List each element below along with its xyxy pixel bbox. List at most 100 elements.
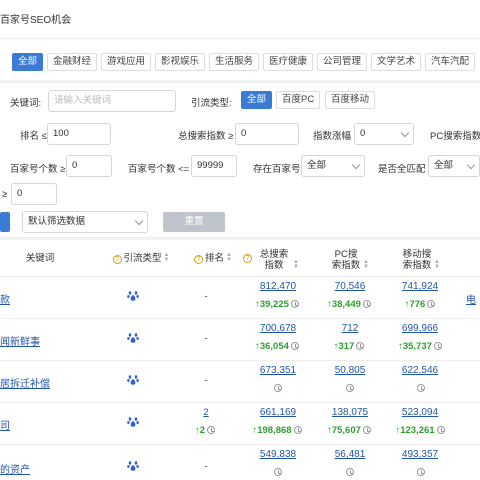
pc-index-change: ↑38,449	[318, 299, 380, 310]
column-header-keyword[interactable]: 关键词	[22, 253, 58, 267]
column-header-rank-label: 排名	[205, 253, 225, 264]
clock-icon[interactable]	[290, 342, 299, 350]
baidu-paw-icon	[127, 375, 139, 385]
total-index-change: ↑36,054	[246, 341, 308, 352]
category-finance[interactable]: 金融财经	[47, 53, 98, 71]
source-type-label: 引流类型:	[191, 98, 232, 109]
total-index-value[interactable]: 700,678	[255, 323, 301, 334]
total-index-value[interactable]: 812,470	[255, 281, 301, 292]
mobile-index-value[interactable]: 493,357	[397, 449, 443, 460]
default-filter-value: 默认筛选数据	[28, 216, 86, 227]
source-mobile-chip[interactable]: 百度移动	[325, 91, 376, 109]
mobile-index-change-text: ↑123,261	[395, 425, 435, 436]
table-row: 居拆迁补偿 - 673,351 50,805 622,546	[0, 361, 480, 403]
total-index-value[interactable]: 661,169	[255, 407, 301, 418]
keyword-link[interactable]: 居拆迁补偿	[0, 375, 50, 390]
clock-icon[interactable]	[346, 384, 354, 392]
total-index-label: 总搜索指数 ≥	[178, 131, 234, 142]
clock-icon[interactable]	[346, 468, 354, 476]
index-change-label: 指数涨幅	[313, 131, 352, 142]
total-index-value[interactable]: 673,351	[255, 365, 301, 376]
mobile-index-value[interactable]: 741,924	[397, 281, 443, 292]
rank-value: -	[204, 375, 208, 386]
category-life[interactable]: 生活服务	[209, 53, 260, 71]
clock-icon[interactable]	[274, 384, 282, 392]
clock-icon[interactable]	[293, 426, 302, 434]
keyword-link[interactable]: 司	[0, 417, 10, 432]
index-change-select[interactable]: 0	[354, 123, 414, 145]
bjh-count-max-input[interactable]: 99999	[191, 155, 237, 177]
category-company[interactable]: 公司管理	[317, 53, 368, 71]
category-film[interactable]: 影视娱乐	[155, 53, 206, 71]
exists-select[interactable]: 全部	[301, 155, 365, 177]
total-index-input[interactable]: 0	[235, 123, 299, 145]
column-header-keyword-label: 关键词	[25, 253, 55, 264]
source-all-chip[interactable]: 全部	[241, 91, 273, 109]
index-change-value: 0	[360, 128, 366, 139]
misc-input[interactable]: 0	[11, 183, 57, 205]
chevron-down-icon	[351, 160, 361, 170]
keyword-link[interactable]: 闻新鲜事	[0, 333, 40, 348]
clock-icon[interactable]	[417, 384, 425, 392]
clock-icon[interactable]	[362, 300, 371, 308]
keyword-link[interactable]: 款	[0, 291, 10, 306]
mobile-index-value[interactable]: 699,966	[397, 323, 443, 334]
clock-icon[interactable]	[207, 426, 216, 434]
mobile-index-change: ↑776	[390, 299, 450, 310]
clock-icon[interactable]	[356, 342, 365, 350]
bjh-count-min-input[interactable]: 0	[66, 155, 112, 177]
category-auto[interactable]: 汽车汽配	[425, 53, 476, 71]
keyword-link[interactable]: 的资产	[0, 461, 30, 476]
sort-icon: ▲ ▼	[434, 259, 440, 271]
mobile-index-value[interactable]: 622,546	[397, 365, 443, 376]
clock-icon[interactable]	[274, 468, 282, 476]
exists-value: 全部	[307, 160, 327, 171]
baidu-paw-icon	[127, 461, 139, 471]
category-literature[interactable]: 文学艺术	[371, 53, 422, 71]
sort-icon: ▲ ▼	[293, 259, 299, 271]
column-header-rank[interactable]: ? 排名 ▲ ▼	[188, 252, 238, 267]
misc-label: ≥	[2, 189, 8, 200]
rank-input[interactable]: 100	[47, 123, 111, 145]
sort-icon: ▲ ▼	[363, 259, 369, 271]
reset-button[interactable]: 重置	[163, 212, 225, 232]
total-index-change	[246, 383, 308, 394]
help-icon: ?	[194, 255, 204, 264]
pc-index-value[interactable]: 712	[327, 323, 373, 334]
rank-value[interactable]: 2	[196, 407, 216, 418]
category-all[interactable]: 全部	[12, 53, 44, 71]
table-row: 闻新鲜事 - 700,678 ↑36,054 712 ↑317 699,966 …	[0, 319, 480, 361]
clock-icon[interactable]	[290, 300, 299, 308]
keyword-label: 关键词:	[10, 98, 42, 109]
clock-icon[interactable]	[436, 426, 445, 434]
column-header-source-type[interactable]: ? 引流类型 ▲ ▼	[108, 252, 174, 267]
pc-index-change: ↑75,607	[318, 425, 380, 436]
category-games[interactable]: 游戏应用	[101, 53, 152, 71]
total-index-change-text: ↑36,054	[255, 341, 289, 352]
pc-index-value[interactable]: 50,805	[327, 365, 373, 376]
mobile-index-value[interactable]: 523,094	[397, 407, 443, 418]
pc-index-value[interactable]: 138,075	[327, 407, 373, 418]
pc-index-change	[318, 467, 380, 478]
mobile-index-change	[390, 383, 450, 394]
exact-match-value: 全部	[434, 160, 454, 171]
table-row: 款 - 812,470 ↑39,225 70,546 ↑38,449 741,9…	[0, 277, 480, 319]
total-index-value[interactable]: 549,838	[255, 449, 301, 460]
keyword-input[interactable]: 请输入关键词	[48, 90, 176, 112]
total-index-change: ↑39,225	[246, 299, 308, 310]
search-button[interactable]	[0, 212, 10, 232]
pc-index-value[interactable]: 70,546	[327, 281, 373, 292]
clock-icon[interactable]	[433, 342, 442, 350]
pc-index-value[interactable]: 56,481	[327, 449, 373, 460]
column-header-mobile-index-label: 移动搜索指数	[402, 249, 432, 271]
default-filter-select[interactable]: 默认筛选数据	[22, 211, 148, 233]
mobile-index-change: ↑35,737	[390, 341, 450, 352]
category-health[interactable]: 医疗健康	[263, 53, 314, 71]
clock-icon[interactable]	[417, 468, 425, 476]
exact-match-select[interactable]: 全部	[428, 155, 480, 177]
table-row: 的资产 - 549,838 56,481 493,357	[0, 445, 480, 480]
clock-icon[interactable]	[427, 300, 436, 308]
source-pc-chip[interactable]: 百度PC	[276, 91, 321, 109]
clock-icon[interactable]	[362, 426, 371, 434]
extra-link[interactable]: 电	[466, 291, 476, 306]
